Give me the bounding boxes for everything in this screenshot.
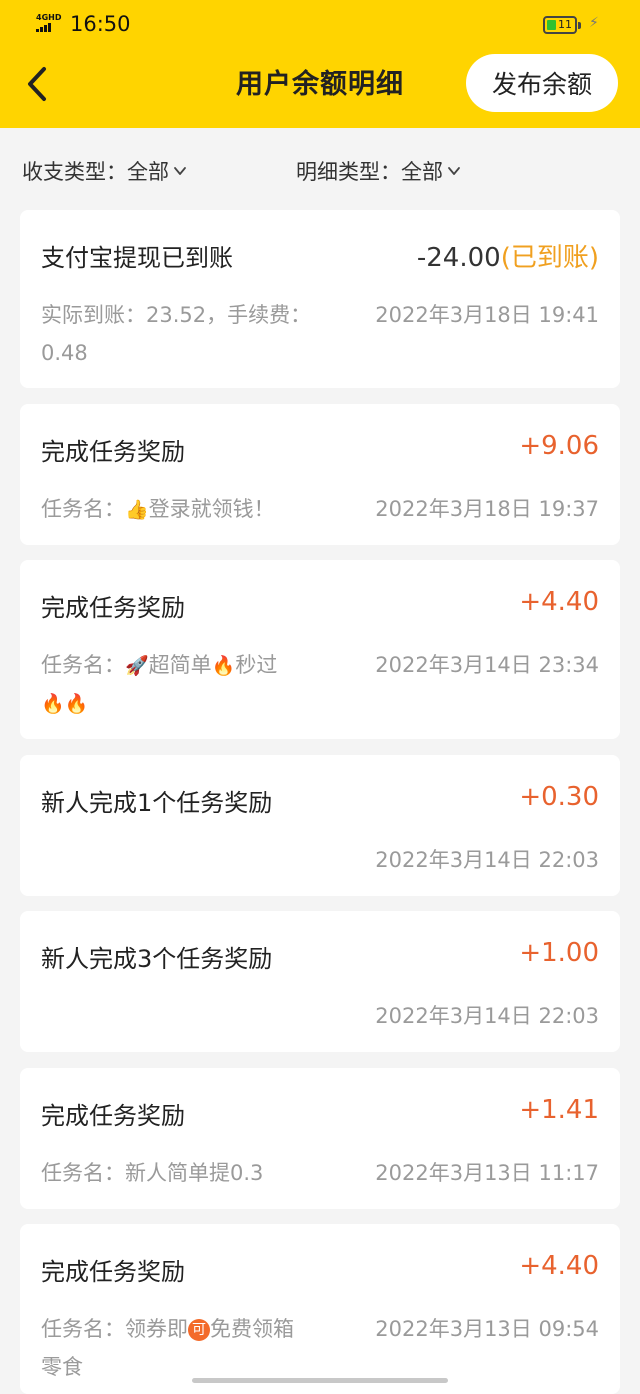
detail-prefix: 任务名： xyxy=(41,653,125,677)
detail-line: 实际到账：23.52，手续费： xyxy=(41,303,312,327)
list-item[interactable]: 完成任务奖励 +9.06 任务名：👍登录就领钱！ 2022年3月18日 19:3… xyxy=(20,404,620,545)
chevron-down-icon xyxy=(174,167,186,175)
signal-icon xyxy=(36,23,68,32)
detail-line: 0.48 xyxy=(41,341,88,365)
record-time: 2022年3月14日 22:03 xyxy=(375,848,599,872)
record-title: 支付宝提现已到账 xyxy=(41,244,233,272)
detail-type-filter[interactable]: 明细类型： 全部 xyxy=(296,156,461,186)
record-title: 新人完成1个任务奖励 xyxy=(41,789,273,817)
income-type-filter[interactable]: 收支类型： 全部 xyxy=(22,156,187,186)
detail-prefix: 任务名： xyxy=(41,1161,125,1185)
record-title: 完成任务奖励 xyxy=(41,594,185,622)
record-detail: 任务名：领券即可免费领箱 零食 xyxy=(41,1310,351,1386)
publish-balance-button[interactable]: 发布余额 xyxy=(466,54,618,112)
record-title: 完成任务奖励 xyxy=(41,438,185,466)
list-item[interactable]: 支付宝提现已到账 -24.00(已到账) 实际到账：23.52，手续费： 0.4… xyxy=(20,210,620,388)
record-detail: 任务名：新人简单提0.3 xyxy=(41,1154,351,1192)
record-time: 2022年3月13日 11:17 xyxy=(375,1161,599,1185)
record-amount: +9.06 xyxy=(519,431,599,461)
record-detail: 任务名：🚀超简单🔥秒过 🔥🔥 xyxy=(41,646,351,723)
battery-level: 11 xyxy=(558,18,572,31)
record-detail: 实际到账：23.52，手续费： 0.48 xyxy=(41,296,351,372)
record-time: 2022年3月14日 23:34 xyxy=(375,653,599,677)
fire-icon: 🔥 xyxy=(211,655,236,677)
chevron-down-icon xyxy=(448,167,460,175)
task-name: 新人简单提0.3 xyxy=(125,1161,264,1185)
battery-tip xyxy=(578,22,581,29)
record-time: 2022年3月18日 19:37 xyxy=(375,497,599,521)
list-item[interactable]: 完成任务奖励 +4.40 任务名：🚀超简单🔥秒过 🔥🔥 2022年3月14日 2… xyxy=(20,560,620,739)
detail-prefix: 任务名： xyxy=(41,1317,125,1341)
list-item[interactable]: 完成任务奖励 +4.40 任务名：领券即可免费领箱 零食 2022年3月13日 … xyxy=(20,1224,620,1394)
status-badge: (已到账) xyxy=(500,243,599,273)
network-indicator: 4GHD xyxy=(36,13,68,35)
task-name: 秒过 xyxy=(235,653,278,677)
record-amount: +1.00 xyxy=(519,938,599,968)
record-title: 完成任务奖励 xyxy=(41,1102,185,1130)
rocket-icon: 🚀 xyxy=(125,655,149,677)
record-title: 完成任务奖励 xyxy=(41,1258,185,1286)
record-amount: +4.40 xyxy=(519,1251,599,1281)
home-indicator[interactable] xyxy=(192,1378,448,1383)
record-detail: 任务名：👍登录就领钱！ xyxy=(41,490,351,529)
coupon-badge-icon: 可 xyxy=(188,1319,210,1341)
status-bar: 4GHD 16:50 11 ⚡ xyxy=(0,0,640,50)
charging-icon: ⚡ xyxy=(589,15,599,31)
fire-icon: 🔥🔥 xyxy=(41,693,89,715)
status-time: 16:50 xyxy=(70,12,131,36)
detail-type-value: 全部 xyxy=(401,160,443,184)
task-name: 超简单 xyxy=(148,653,212,677)
battery-icon: 11 xyxy=(543,16,581,34)
detail-type-label: 明细类型： xyxy=(296,160,401,184)
amount-value: -24.00 xyxy=(416,243,501,273)
income-type-value: 全部 xyxy=(127,160,169,184)
task-name: 登录就领钱！ xyxy=(148,497,275,521)
list-item[interactable]: 新人完成3个任务奖励 +1.00 2022年3月14日 22:03 xyxy=(20,911,620,1052)
task-name: 领券即 xyxy=(125,1317,188,1341)
header-bar: 4GHD 16:50 11 ⚡ 用户余额明细 发布余额 xyxy=(0,0,640,128)
income-type-label: 收支类型： xyxy=(22,160,127,184)
thumbs-up-icon: 👍 xyxy=(125,499,149,521)
battery-fill xyxy=(547,20,556,30)
list-item[interactable]: 新人完成1个任务奖励 +0.30 2022年3月14日 22:03 xyxy=(20,755,620,896)
detail-prefix: 任务名： xyxy=(41,497,125,521)
record-amount: +1.41 xyxy=(519,1095,599,1125)
record-time: 2022年3月13日 09:54 xyxy=(375,1317,599,1341)
record-time: 2022年3月14日 22:03 xyxy=(375,1004,599,1028)
list-item[interactable]: 完成任务奖励 +1.41 任务名：新人简单提0.3 2022年3月13日 11:… xyxy=(20,1068,620,1209)
record-amount: +4.40 xyxy=(519,587,599,617)
record-time: 2022年3月18日 19:41 xyxy=(375,303,599,327)
record-amount: +0.30 xyxy=(519,782,599,812)
filter-bar: 收支类型： 全部 明细类型： 全部 xyxy=(0,128,640,208)
record-title: 新人完成3个任务奖励 xyxy=(41,945,273,973)
task-name: 免费领箱 xyxy=(210,1317,294,1341)
network-label: 4GHD xyxy=(36,13,62,22)
record-amount: -24.00(已到账) xyxy=(417,237,599,274)
